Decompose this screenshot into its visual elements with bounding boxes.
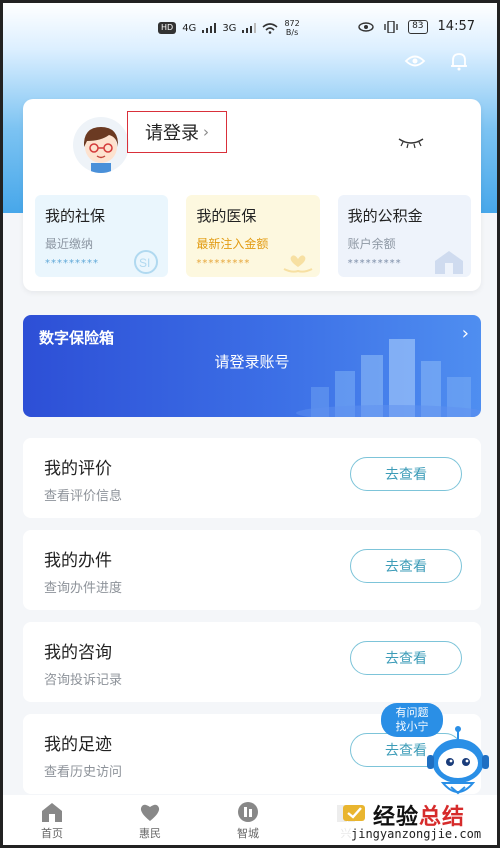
watermark-url: jingyanzongjie.com xyxy=(351,827,482,841)
social-insurance-card[interactable]: 我的社保 最近缴纳 ********* SI xyxy=(35,195,169,277)
medical-insurance-card[interactable]: 我的医保 最新注入金额 ********* xyxy=(186,195,320,277)
city-icon xyxy=(238,802,258,822)
bell-icon[interactable] xyxy=(447,49,471,73)
row-title: 我的咨询 xyxy=(44,643,112,663)
vibrate-icon xyxy=(384,20,398,33)
house-icon xyxy=(434,251,463,274)
row-title: 我的办件 xyxy=(44,551,112,571)
housing-fund-card[interactable]: 我的公积金 账户余额 ********* xyxy=(337,195,471,277)
speed-value: 872 xyxy=(284,19,300,28)
banner-title: 数字保险箱 xyxy=(39,329,115,347)
svg-text:SI: SI xyxy=(139,256,150,270)
list-item-consultation: 我的咨询 咨询投诉记录 去查看 xyxy=(23,622,481,702)
row-title: 我的足迹 xyxy=(44,735,112,755)
eye-icon xyxy=(358,21,374,32)
signal-icon-2 xyxy=(242,23,257,33)
user-card: 请登录 › 我的社保 最近缴纳 ********* SI 我的医保 最新注入金额… xyxy=(23,99,481,291)
status-bar: HD 4G 3G 872 B/s 83 14:57 xyxy=(3,17,497,45)
avatar-girl-icon xyxy=(83,127,119,173)
avatar[interactable] xyxy=(73,117,129,173)
nav-label: 首页 xyxy=(41,827,63,840)
card-title: 我的医保 xyxy=(196,207,257,225)
battery-indicator: 83 xyxy=(408,19,428,34)
watermark-logo-icon xyxy=(343,805,365,821)
city-skyline-icon xyxy=(296,339,481,417)
clock: 14:57 xyxy=(437,19,475,34)
view-evaluation-button[interactable]: 去查看 xyxy=(350,457,462,491)
hands-heart-icon xyxy=(283,255,313,273)
eye-scan-icon[interactable] xyxy=(403,49,427,73)
nav-label: 智城 xyxy=(237,827,259,840)
network-speed: 872 B/s xyxy=(284,19,299,37)
nav-label: 惠民 xyxy=(139,827,161,840)
login-button[interactable]: 请登录 › xyxy=(127,111,227,153)
status-right: 83 14:57 xyxy=(358,19,475,34)
network-3g-label: 3G xyxy=(222,22,237,34)
row-subtitle: 查看评价信息 xyxy=(44,489,123,504)
nav-home[interactable]: 首页 xyxy=(3,795,101,845)
row-subtitle: 查询办件进度 xyxy=(44,581,123,596)
row-title: 我的评价 xyxy=(44,459,112,479)
header-actions xyxy=(403,49,471,73)
assistant-robot-icon[interactable] xyxy=(421,725,495,809)
eye-closed-icon[interactable] xyxy=(397,135,425,149)
app-screen: HD 4G 3G 872 B/s 83 14:57 请登录 › 我的社保 最近缴… xyxy=(0,0,500,848)
login-label: 请登录 xyxy=(145,123,199,144)
home-icon xyxy=(42,803,62,822)
help-line-1: 有问题 xyxy=(395,706,429,719)
row-subtitle: 查看历史访问 xyxy=(44,765,123,780)
status-left: HD 4G 3G 872 B/s xyxy=(158,19,300,37)
list-item-applications: 我的办件 查询办件进度 去查看 xyxy=(23,530,481,610)
nav-smart-city[interactable]: 智城 xyxy=(199,795,297,845)
row-subtitle: 咨询投诉记录 xyxy=(44,673,123,688)
view-consultation-button[interactable]: 去查看 xyxy=(350,641,462,675)
view-applications-button[interactable]: 去查看 xyxy=(350,549,462,583)
nav-benefits[interactable]: 惠民 xyxy=(101,795,199,845)
summary-cards: 我的社保 最近缴纳 ********* SI 我的医保 最新注入金额 *****… xyxy=(35,195,471,277)
speed-unit: B/s xyxy=(285,28,299,37)
card-title: 我的社保 xyxy=(45,207,106,225)
heart-icon xyxy=(140,804,160,821)
list-item-evaluation: 我的评价 查看评价信息 去查看 xyxy=(23,438,481,518)
chevron-right-icon: › xyxy=(461,323,469,344)
wifi-icon xyxy=(262,23,278,34)
chevron-right-icon: › xyxy=(203,123,209,141)
digital-safe-banner[interactable]: 数字保险箱 请登录账号 › xyxy=(23,315,481,417)
hd-badge: HD xyxy=(158,22,177,34)
banner-subtitle: 请登录账号 xyxy=(214,353,290,371)
card-title: 我的公积金 xyxy=(347,207,423,225)
network-4g-label: 4G xyxy=(182,22,197,34)
signal-icon xyxy=(202,23,217,33)
social-insurance-logo-icon: SI xyxy=(134,250,159,274)
